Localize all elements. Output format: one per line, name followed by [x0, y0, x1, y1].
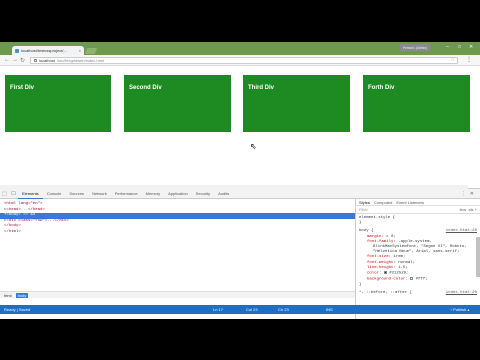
rule-source-link[interactable]: index.html:20	[446, 229, 477, 234]
property-name: color	[367, 271, 380, 276]
property-name: background-color	[367, 277, 406, 282]
tab-performance[interactable]: Performance	[111, 189, 142, 199]
publish-button[interactable]: ↑ Publish ▴	[450, 307, 469, 312]
editor-statusbar: Ready | Saved Ln 17 Col 23 Ch 23 INS ↑ P…	[0, 305, 480, 314]
box-label: Third Div	[248, 85, 275, 91]
property-value: #212529;	[389, 271, 409, 276]
back-icon[interactable]: ←	[4, 57, 10, 63]
dom-line[interactable]: </html>	[4, 230, 351, 236]
styles-filter[interactable]: Filter :hov .cls +	[356, 206, 480, 214]
box-label: Second Div	[129, 85, 162, 91]
status-char: Ch 23	[278, 307, 289, 312]
property-name: margin	[367, 234, 382, 239]
browser-titlebar: localhost/testcssproject/... × Person1 (…	[0, 42, 480, 55]
next-rule-selector[interactable]: *, ::before, ::after {	[359, 291, 412, 296]
devtools-tabbar: ⬚ ☐ Elements Console Sources Network Per…	[0, 189, 480, 199]
color-swatch-icon[interactable]	[383, 271, 387, 275]
forth-div-box: Forth Div	[363, 75, 470, 132]
tab-sources[interactable]: Sources	[65, 189, 88, 199]
bookmark-star-icon[interactable]: ☆	[451, 57, 455, 63]
tab-security[interactable]: Security	[192, 189, 214, 199]
tab-close-icon[interactable]: ×	[79, 48, 81, 53]
tab-styles[interactable]: Styles	[359, 200, 370, 205]
inspect-element-icon[interactable]: ⬚	[0, 189, 9, 199]
status-insert-mode: INS	[326, 307, 333, 312]
first-div-box: First Div	[5, 75, 111, 132]
filter-toggles[interactable]: :hov .cls +	[459, 207, 477, 212]
color-swatch-icon[interactable]	[410, 276, 414, 280]
profile-button[interactable]: Person1 (Admin)	[400, 44, 430, 51]
styles-scrollbar[interactable]	[476, 237, 480, 277]
browser-menu-icon[interactable]: ⋮	[466, 56, 472, 63]
property-value: #fff;	[415, 277, 428, 282]
tab-computed[interactable]: Computed	[374, 200, 392, 205]
property-value: 1.5;	[398, 265, 408, 270]
tab-title: localhost/testcssproject/...	[21, 48, 67, 53]
maximize-icon[interactable]: □	[458, 44, 461, 50]
property-name: font-size	[367, 255, 389, 260]
tab-console[interactable]: Console	[43, 189, 66, 199]
screen-frame: localhost/testcssproject/... × Person1 (…	[0, 42, 480, 319]
mouse-cursor-icon: ⇖	[250, 142, 257, 151]
property-name: font-weight	[367, 260, 394, 265]
styles-pane: Styles Computed Event Listeners Filter :…	[355, 199, 480, 319]
device-toolbar-icon[interactable]: ☐	[9, 189, 18, 199]
devtools-close-icon[interactable]: ✕	[470, 191, 474, 197]
box-label: Forth Div	[368, 85, 395, 91]
rule-source-link[interactable]: index.html:20	[446, 291, 477, 296]
status-ready: Ready | Saved	[4, 307, 31, 312]
status-line: Ln 17	[213, 307, 224, 312]
forward-icon[interactable]: →	[12, 57, 18, 63]
breadcrumb: html body	[0, 291, 355, 298]
second-div-box: Second Div	[124, 75, 231, 132]
property-value: normal;	[398, 260, 416, 265]
property-value: BlinkMacSystemFont, "Segoe UI", Roboto,	[373, 245, 467, 250]
property-value: -apple-system,	[398, 239, 432, 244]
property-value: ▸ 0;	[386, 234, 396, 239]
devtools-panel: ⬚ ☐ Elements Console Sources Network Per…	[0, 185, 480, 319]
tab-event-listeners[interactable]: Event Listeners	[396, 200, 424, 205]
browser-toolbar: ← → ↻ localhost/src/flexgridweb/index.ht…	[0, 55, 480, 66]
close-window-icon[interactable]: ✕	[469, 44, 473, 50]
minimize-icon[interactable]: –	[446, 44, 449, 50]
elements-dom-tree: <html lang="en"> ▸<head>...</head> ▾<bod…	[0, 199, 355, 291]
tab-elements[interactable]: Elements	[18, 189, 43, 199]
property-name: line-height	[367, 265, 394, 270]
tab-network[interactable]: Network	[88, 189, 111, 199]
address-bar[interactable]: localhost/src/flexgridweb/index.html ☆	[30, 57, 458, 64]
tab-memory[interactable]: Memory	[142, 189, 164, 199]
filter-input[interactable]: Filter	[359, 207, 368, 212]
style-rules: element.style { } body { index.html:20 m…	[356, 214, 480, 298]
third-div-box: Third Div	[243, 75, 350, 132]
favicon-icon	[15, 48, 19, 53]
new-tab-button[interactable]	[84, 48, 98, 54]
crumb-html[interactable]: html	[2, 293, 14, 298]
property-name: font-family	[367, 239, 394, 244]
status-column: Col 23	[246, 307, 258, 312]
box-label: First Div	[10, 85, 35, 91]
next-rule-header: *, ::before, ::after { index.html:20	[359, 291, 477, 296]
reload-icon[interactable]: ↻	[20, 57, 25, 64]
crumb-body[interactable]: body	[15, 292, 29, 298]
url-host: localhost	[39, 58, 55, 63]
browser-tab[interactable]: localhost/testcssproject/... ×	[12, 46, 84, 55]
rule-close: }	[359, 282, 362, 287]
url-path: /src/flexgridweb/index.html	[56, 58, 104, 63]
tab-application[interactable]: Application	[164, 189, 192, 199]
property-value: "Helvetica Neue", Arial, sans-serif;	[373, 250, 460, 255]
tab-audits[interactable]: Audits	[214, 189, 233, 199]
property-value: 1rem;	[393, 255, 406, 260]
page-info-icon[interactable]	[34, 59, 37, 62]
styles-tabbar: Styles Computed Event Listeners	[356, 199, 480, 206]
devtools-menu-icon[interactable]: ⋮	[461, 191, 466, 197]
